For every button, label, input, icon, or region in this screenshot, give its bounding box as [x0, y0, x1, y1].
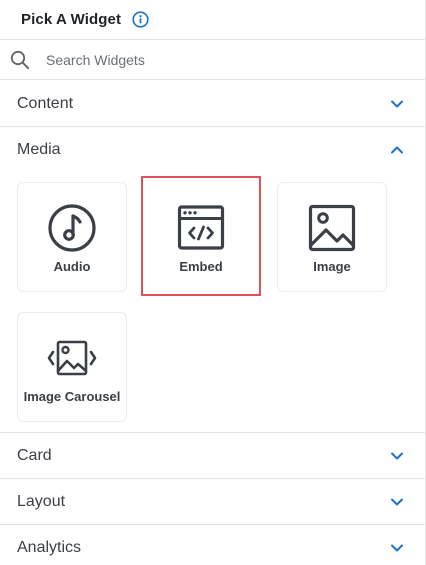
section-analytics-header[interactable]: Analytics [0, 525, 425, 565]
widget-label: Embed [179, 259, 223, 274]
chevron-down-icon [390, 541, 404, 555]
widget-image-carousel[interactable]: Image Carousel [17, 312, 127, 422]
widget-label: Audio [53, 259, 91, 274]
search-input[interactable] [46, 48, 406, 72]
info-icon[interactable] [132, 10, 149, 28]
widget-picker-panel: Pick A Widget Content Media [0, 0, 426, 565]
chevron-down-icon [390, 495, 404, 509]
chevron-down-icon [390, 449, 404, 463]
search-bar [0, 39, 425, 80]
widget-image[interactable]: Image [277, 182, 387, 292]
section-label: Media [17, 141, 61, 158]
media-widget-grid: Audio Embed Image Image Carousel [0, 173, 425, 433]
widget-embed[interactable]: Embed [141, 176, 261, 296]
code-window-icon [176, 203, 226, 253]
music-note-icon [47, 203, 97, 253]
section-label: Analytics [17, 539, 82, 556]
search-icon [10, 50, 30, 70]
panel-header: Pick A Widget [0, 0, 425, 38]
widget-audio[interactable]: Audio [17, 182, 127, 292]
widget-label: Image [313, 259, 351, 274]
image-carousel-icon [47, 333, 97, 383]
widget-label: Image Carousel [23, 389, 121, 404]
image-icon [307, 203, 357, 253]
section-label: Card [17, 446, 52, 464]
section-layout-header[interactable]: Layout [0, 479, 425, 525]
section-content-header[interactable]: Content [0, 81, 425, 127]
section-media-header[interactable]: Media [0, 127, 425, 173]
section-card-header[interactable]: Card [0, 433, 425, 479]
section-label: Content [17, 94, 74, 112]
chevron-down-icon [390, 97, 404, 111]
section-label: Layout [17, 492, 66, 510]
chevron-up-icon [390, 143, 404, 157]
panel-title: Pick A Widget [21, 10, 122, 28]
